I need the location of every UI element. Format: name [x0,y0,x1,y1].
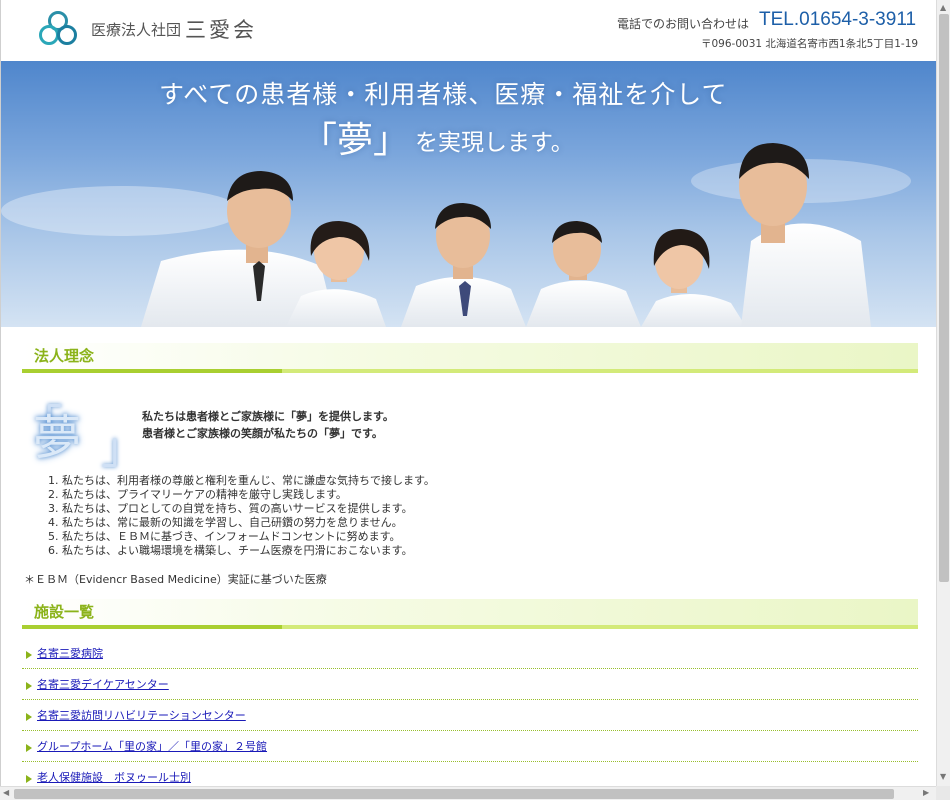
hero-yume-heading: 「夢」 [301,120,410,161]
address: 〒096-0031 北海道名寄市西1条北5丁目1-19 [701,38,919,50]
scroll-down-icon[interactable]: ▼ [940,772,946,781]
facility-item: グループホーム「里の家」／「里の家」２号館 [22,731,918,762]
principles-list: 1. 私たちは、利用者様の尊厳と権利を重んじ、常に謙虚な気持ちで接します。 2. 私… [48,474,435,558]
mission-statement-1: 私たちは患者様とご家族様に「夢」を提供します。 [142,410,394,423]
vertical-scroll-thumb[interactable] [939,14,949,582]
philosophy-heading-text: 法人理念 [34,347,95,365]
facility-link-home-rehab-center[interactable]: 名寄三愛訪問リハビリテーションセンター [37,707,246,723]
facility-item: 名寄三愛訪問リハビリテーションセンター [22,700,918,731]
org-type-label: 医療法人社団 [91,21,182,39]
arrow-right-icon [26,682,32,690]
phone-label: 電話でのお問い合わせは [617,17,750,31]
heading-accent-bar [22,625,282,629]
philosophy-heading: 法人理念 [22,343,918,373]
phone-number: TEL.01654-3-3911 [759,9,917,30]
mission-statement-2: 患者様とご家族様の笑顔が私たちの「夢」です。 [142,427,383,440]
trefoil-logo-icon[interactable] [37,10,79,48]
arrow-right-icon [26,651,32,659]
facility-item: 老人保健施設 ボヌゥール士別 [22,762,918,786]
scroll-left-icon[interactable]: ◀ [3,788,9,797]
facility-link-bonheur-shibetsu[interactable]: 老人保健施設 ボヌゥール士別 [37,769,191,785]
facility-link-day-care-center[interactable]: 名寄三愛デイケアセンター [37,676,169,692]
arrow-right-icon [26,744,32,752]
facility-link-group-home[interactable]: グループホーム「里の家」／「里の家」２号館 [37,738,267,754]
horizontal-scroll-thumb[interactable] [14,789,894,799]
scroll-up-icon[interactable]: ▲ [940,3,946,12]
yume-graphic: 「 夢 」 [19,398,145,474]
facilities-heading: 施設一覧 [22,599,918,629]
facility-link-nayoro-sanai-hospital[interactable]: 名寄三愛病院 [37,645,103,661]
list-item: 1. 私たちは、利用者様の尊厳と権利を重んじ、常に謙虚な気持ちで接します。 [48,474,435,487]
heading-accent-bar [22,369,282,373]
org-name[interactable]: 三愛会 [185,14,257,44]
facilities-heading-text: 施設一覧 [34,603,95,621]
vertical-scrollbar[interactable]: ▲ ▼ [936,0,950,786]
scrollbar-corner [936,786,950,800]
list-item: 5. 私たちは、ＥＢＭに基づき、インフォームドコンセントに努めます。 [48,530,401,543]
facility-list: 名寄三愛病院 名寄三愛デイケアセンター 名寄三愛訪問リハビリテーションセンター … [22,638,918,786]
yume-text: 夢 [33,410,82,466]
list-item: 6. 私たちは、よい職場環境を構築し、チーム医療を円滑におこないます。 [48,544,413,557]
hero-banner: すべての患者様・利用者様、医療・福祉を介して 「夢」 を実現します。 [1,61,936,327]
scroll-right-icon[interactable]: ▶ [923,788,929,797]
list-item: 3. 私たちは、プロとしての自覚を持ち、質の高いサービスを提供します。 [48,502,413,515]
close-bracket-icon: 」 [101,423,145,474]
arrow-right-icon [26,775,32,783]
ebm-footnote: ＊ＥＢＭ（Evidencr Based Medicine）実証に基づいた医療 [24,573,327,586]
list-item: 4. 私たちは、常に最新の知識を学習し、自己研鑽の努力を怠りません。 [48,516,403,529]
facility-item: 名寄三愛病院 [22,638,918,669]
page-viewport: 医療法人社団 三愛会 電話でのお問い合わせは TEL.01654-3-3911 … [0,0,936,786]
hero-tagline: すべての患者様・利用者様、医療・福祉を介して [159,80,728,109]
facility-item: 名寄三愛デイケアセンター [22,669,918,700]
horizontal-scrollbar[interactable]: ◀ ▶ [0,786,936,800]
list-item: 2. 私たちは、プライマリーケアの精神を厳守し実践します。 [48,488,347,501]
hero-tagline-end: を実現します。 [415,130,574,156]
site-header: 医療法人社団 三愛会 電話でのお問い合わせは TEL.01654-3-3911 … [1,0,936,61]
arrow-right-icon [26,713,32,721]
